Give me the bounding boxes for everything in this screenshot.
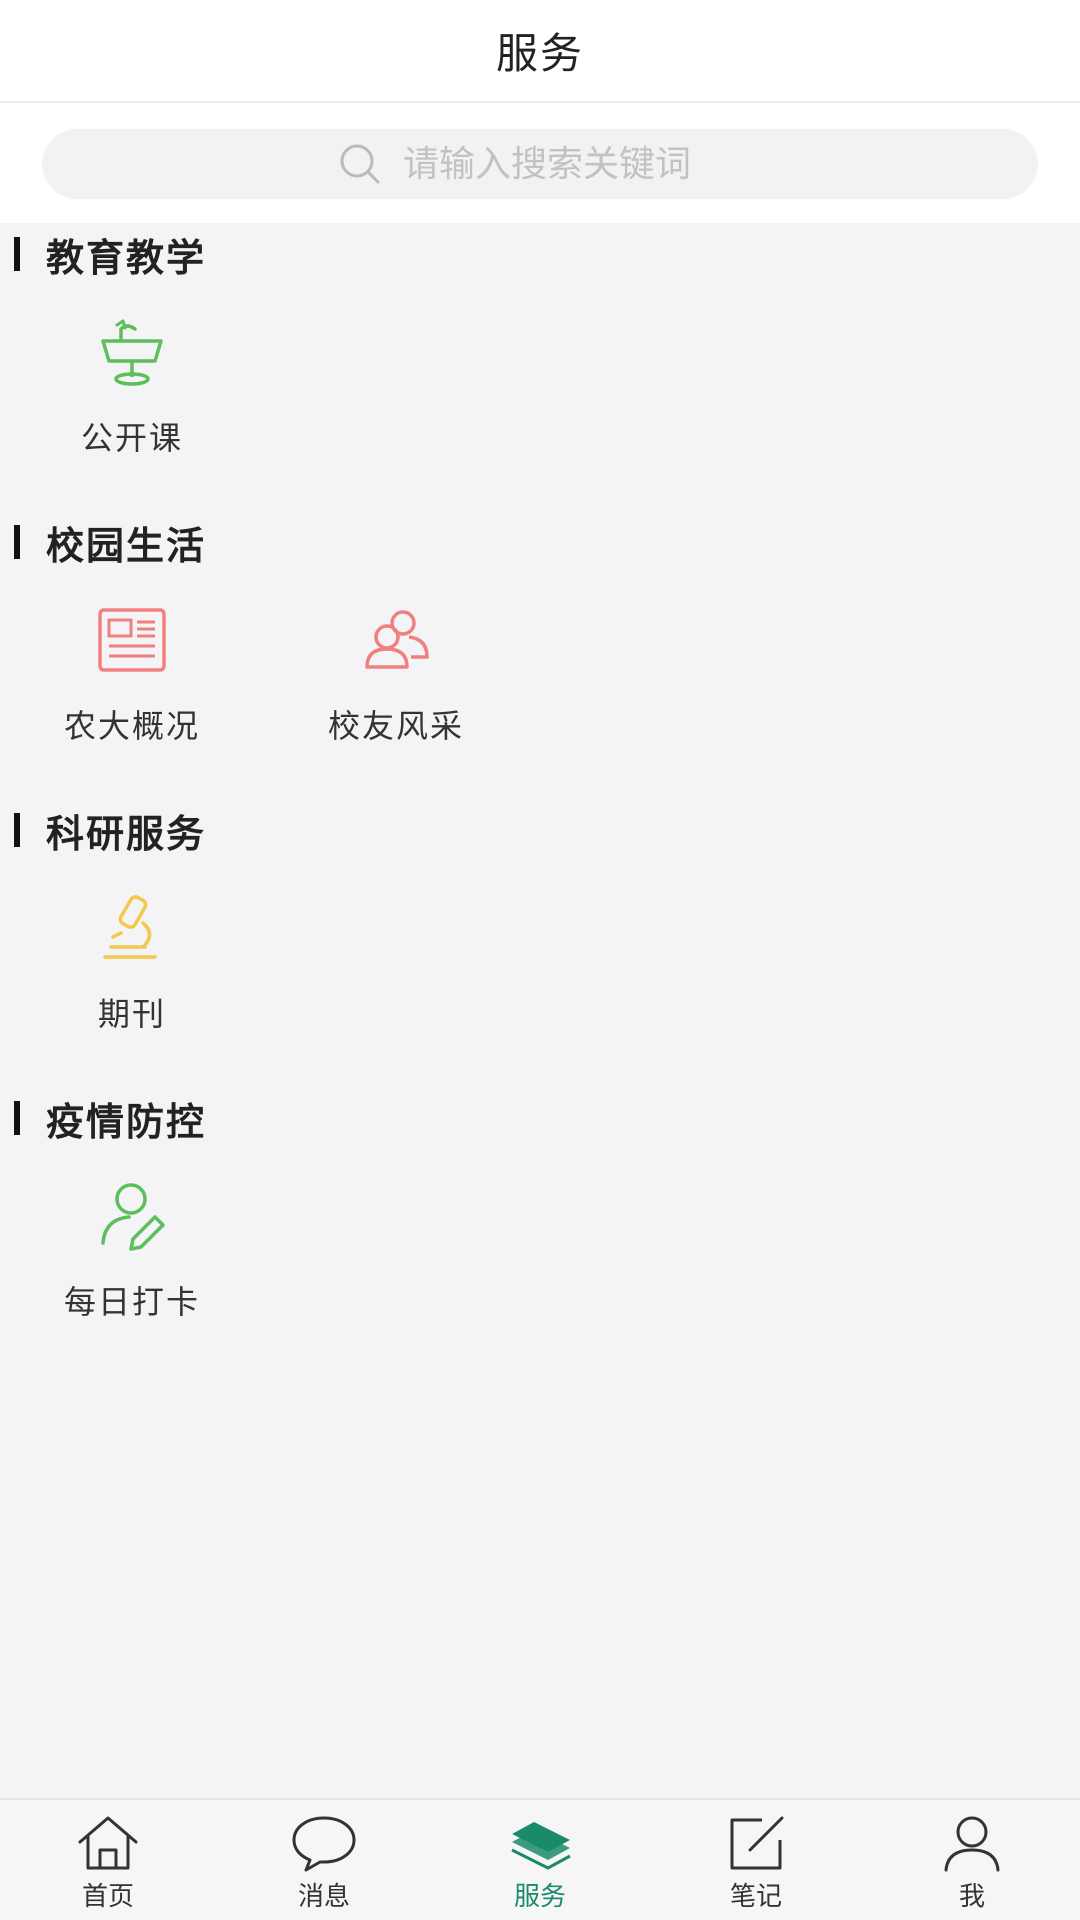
- newspaper-icon: [98, 608, 166, 672]
- microscope-icon: [103, 895, 157, 959]
- section-header: 疫情防控: [0, 1087, 206, 1149]
- tab-home[interactable]: 首页: [0, 1800, 216, 1920]
- search-bar[interactable]: [42, 129, 1038, 199]
- section-marker: [14, 1101, 20, 1135]
- section-header: 教育教学: [0, 223, 206, 285]
- search-input[interactable]: [403, 143, 743, 185]
- page-title: 服务: [495, 29, 584, 78]
- keynote-podium-icon: [101, 319, 163, 386]
- service-label: 期刊: [97, 995, 166, 1033]
- tab-services[interactable]: 服务: [432, 1800, 648, 1920]
- section-education: 教育教学 公开课: [0, 223, 1080, 511]
- layers-icon: [511, 1822, 571, 1870]
- section-title: 校园生活: [46, 523, 207, 568]
- section-title: 疫情防控: [46, 1099, 207, 1144]
- service-grid: 期刊: [0, 889, 264, 1039]
- section-campus-life: 校园生活 农大概况 校友风采: [0, 511, 1080, 799]
- top-header: 服务: [0, 0, 1080, 103]
- service-alumni[interactable]: 校友风采: [264, 601, 528, 751]
- tab-me[interactable]: 我: [864, 1800, 1080, 1920]
- services-content: 教育教学 公开课 校园生活 农大概况 校友风采 科研服务 期刊 疫情防控 每日打…: [0, 223, 1080, 1798]
- section-marker: [14, 813, 20, 847]
- tab-notes[interactable]: 笔记: [648, 1800, 864, 1920]
- section-marker: [14, 525, 20, 559]
- service-label: 每日打卡: [63, 1283, 200, 1321]
- chat-bubble-icon: [292, 1816, 356, 1872]
- user-edit-icon: [101, 1183, 165, 1251]
- service-grid: 每日打卡: [0, 1177, 264, 1327]
- section-epidemic-control: 疫情防控 每日打卡: [0, 1087, 1080, 1375]
- service-open-course[interactable]: 公开课: [0, 313, 264, 463]
- section-title: 教育教学: [46, 235, 207, 280]
- users-group-icon: [365, 610, 429, 669]
- section-title: 科研服务: [46, 811, 207, 856]
- search-icon: [340, 144, 380, 184]
- service-grid: 农大概况 校友风采: [0, 601, 528, 751]
- service-university-overview[interactable]: 农大概况: [0, 601, 264, 751]
- note-edit-icon: [730, 1816, 784, 1870]
- service-label: 公开课: [80, 419, 183, 457]
- service-journal[interactable]: 期刊: [0, 889, 264, 1039]
- section-header: 校园生活: [0, 511, 206, 573]
- bottom-tab-bar: 首页 消息 服务 笔记 我: [0, 1798, 1080, 1920]
- tab-label: 我: [958, 1882, 985, 1912]
- user-icon: [944, 1816, 1000, 1872]
- tab-label: 笔记: [729, 1882, 782, 1912]
- search-area: [0, 103, 1080, 223]
- tab-label: 消息: [297, 1882, 350, 1912]
- home-icon: [78, 1816, 138, 1870]
- section-research: 科研服务 期刊: [0, 799, 1080, 1087]
- app-screen: 服务 教育教学: [0, 0, 1080, 1920]
- tab-label: 服务: [513, 1882, 566, 1912]
- tab-messages[interactable]: 消息: [216, 1800, 432, 1920]
- service-grid: 公开课: [0, 313, 264, 463]
- service-label: 校友风采: [327, 707, 464, 745]
- service-label: 农大概况: [63, 707, 200, 745]
- tab-label: 首页: [81, 1882, 134, 1912]
- service-daily-checkin[interactable]: 每日打卡: [0, 1177, 264, 1327]
- section-header: 科研服务: [0, 799, 206, 861]
- section-marker: [14, 237, 20, 271]
